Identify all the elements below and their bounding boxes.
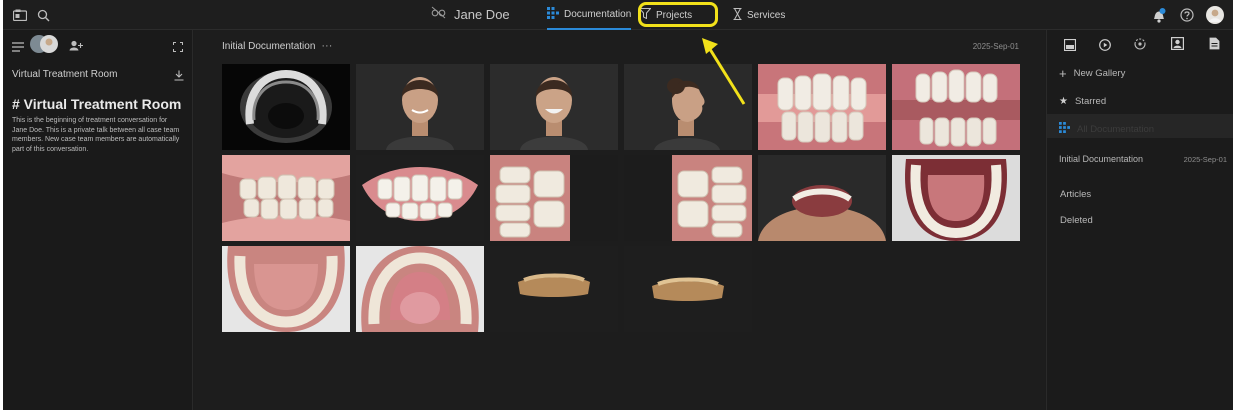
notification-bell-icon[interactable] (1151, 7, 1167, 23)
app-window: Jane Doe Documentation Projects Services (3, 0, 1233, 410)
photo-thumbnail-upper-arch-2[interactable] (222, 246, 350, 332)
tab-documentation[interactable]: Documentation (547, 0, 632, 30)
gallery-icon[interactable] (1063, 38, 1077, 56)
articles-label: Articles (1060, 189, 1092, 200)
tab-services[interactable]: Services (733, 0, 785, 30)
team-avatars[interactable] (29, 34, 65, 59)
patient-selector[interactable]: Jane Doe (431, 6, 510, 22)
left-sidebar: Virtual Treatment Room # Virtual Treatme… (3, 30, 193, 410)
portrait-icon[interactable] (1171, 37, 1185, 55)
gallery-list-item-label: Initial Documentation (1059, 154, 1144, 164)
user-avatar[interactable] (1206, 6, 1224, 24)
right-toolbar (1047, 36, 1233, 54)
star-icon: ★ (1059, 96, 1068, 107)
photo-thumbnail-teeth-smile[interactable] (356, 155, 484, 241)
help-icon[interactable] (1179, 7, 1195, 23)
photo-thumbnail-face-smile[interactable] (490, 64, 618, 150)
starred-label: Starred (1074, 96, 1107, 107)
room-title[interactable]: Virtual Treatment Room (12, 69, 117, 80)
document-icon[interactable] (1209, 37, 1220, 55)
photo-thumbnail-lower-arch[interactable] (356, 246, 484, 332)
starred-item[interactable]: ★ Starred (1059, 96, 1106, 107)
patient-glasses-icon (431, 6, 446, 22)
all-documentation-label: All Documentation (1077, 123, 1155, 135)
photo-thumbnail-teeth-closeup[interactable] (758, 64, 886, 150)
articles-item[interactable]: Articles (1060, 189, 1091, 200)
tab-documentation-label: Documentation (564, 8, 632, 20)
photo-thumbnail-face-front[interactable] (356, 64, 484, 150)
room-description: This is the beginning of treatment conve… (12, 117, 180, 153)
play-icon[interactable] (1099, 38, 1111, 56)
deleted-item[interactable]: Deleted (1060, 215, 1093, 226)
plus-icon: + (1059, 65, 1067, 81)
photo-thumbnail-teeth-side-3[interactable] (624, 155, 752, 241)
photo-thumbnail-teeth-side-2[interactable] (490, 155, 618, 241)
patient-name: Jane Doe (454, 6, 510, 22)
photo-thumbnail-face-tilt[interactable] (758, 155, 886, 241)
photo-thumbnail-teeth-closeup-2[interactable] (892, 64, 1020, 150)
gallery-list-item[interactable]: Initial Documentation 2025-Sep-01 (1059, 154, 1227, 164)
projects-highlight-annotation (638, 2, 718, 27)
tab-services-label: Services (747, 9, 786, 21)
hourglass-icon (733, 7, 742, 23)
annotation-arrow-icon (702, 38, 746, 105)
photo-thumbnail-ct-scan[interactable] (222, 64, 350, 150)
right-sidebar: + New Gallery ★ Starred All Documentatio… (1046, 30, 1233, 410)
new-gallery-button[interactable]: + New Gallery (1059, 65, 1126, 81)
gallery-date: 2025-Sep-01 (972, 42, 1019, 51)
new-gallery-label: New Gallery (1073, 68, 1126, 79)
add-member-icon[interactable] (69, 38, 83, 56)
gallery-list-item-date: 2025-Sep-01 (1183, 155, 1227, 164)
patient-card-icon[interactable] (12, 7, 28, 23)
room-heading: # Virtual Treatment Room (12, 96, 182, 112)
photo-thumbnail-teeth-side[interactable] (222, 155, 350, 241)
download-icon[interactable] (174, 68, 184, 86)
search-icon[interactable] (35, 7, 51, 23)
main-gallery: Initial Documentation ··· 2025-Sep-01 (194, 30, 1045, 410)
documentation-grid-icon (1059, 122, 1070, 136)
gallery-title[interactable]: Initial Documentation (222, 41, 315, 52)
top-bar: Jane Doe Documentation Projects Services (3, 0, 1233, 30)
photo-thumbnail-scan-3d-2[interactable] (624, 246, 752, 332)
rotate-3d-icon[interactable] (1133, 37, 1147, 56)
menu-icon[interactable] (12, 39, 24, 57)
photo-thumbnail-scan-3d[interactable] (490, 246, 618, 332)
gallery-more-button[interactable]: ··· (321, 40, 332, 52)
photo-thumbnail-upper-arch[interactable] (892, 155, 1020, 241)
all-documentation-item[interactable]: All Documentation (1059, 122, 1154, 136)
expand-icon[interactable] (173, 39, 183, 57)
documentation-icon (547, 6, 559, 22)
deleted-label: Deleted (1060, 215, 1093, 226)
gallery-header: Initial Documentation ··· (222, 40, 332, 52)
